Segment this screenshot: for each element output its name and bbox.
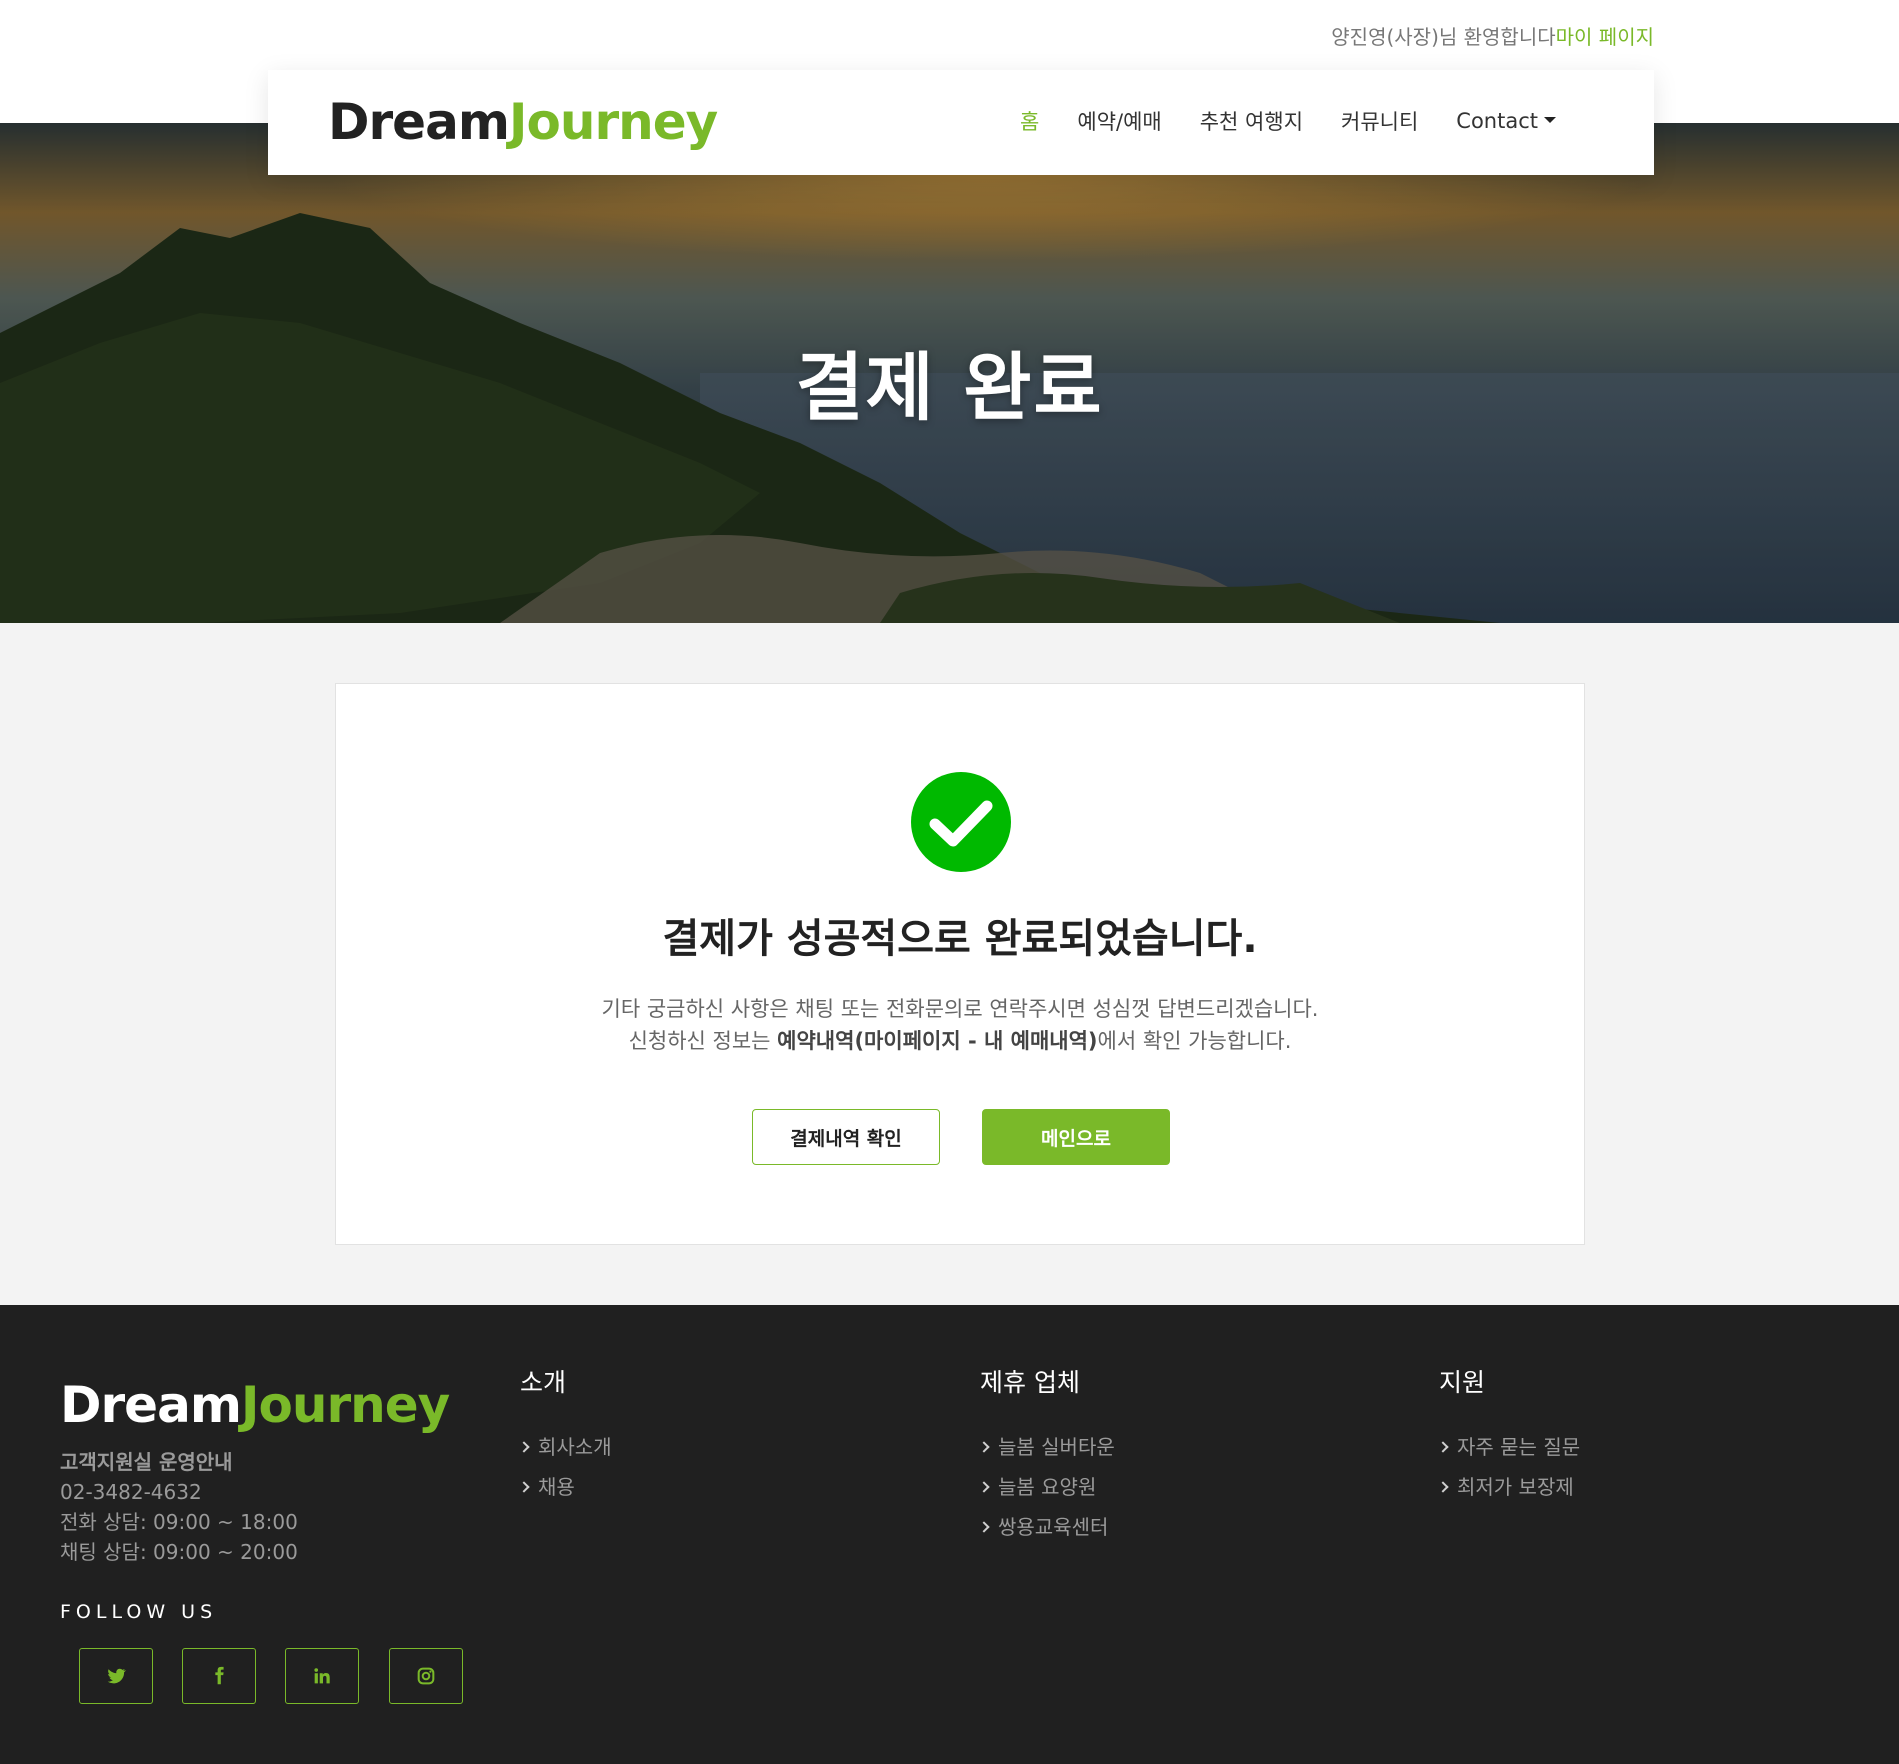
desc-line-2-bold: 예약내역(마이페이지 - 내 예매내역) <box>777 1029 1098 1053</box>
footer-col-title: 지원 <box>1439 1368 1486 1397</box>
footer-link[interactable]: 자주 묻는 질문 <box>1437 1427 1581 1467</box>
hero-banner: 결제 완료 <box>0 123 1899 623</box>
footer-link[interactable]: 늘봄 요양원 <box>978 1467 1115 1507</box>
mypage-link[interactable]: 마이 페이지 <box>1556 25 1654 49</box>
desc-line-1: 기타 궁금하신 사항은 채팅 또는 전화문의로 연락주시면 성심껏 답변드리겠습… <box>601 997 1319 1021</box>
chevron-right-icon <box>978 1481 990 1493</box>
footer-link[interactable]: 늘봄 실버타운 <box>978 1427 1115 1467</box>
nav-item-recommended[interactable]: 추천 여행지 <box>1200 106 1303 136</box>
footer-link[interactable]: 쌍용교육센터 <box>978 1507 1115 1547</box>
support-title: 고객지원실 운영안내 <box>60 1450 233 1474</box>
facebook-icon <box>215 1666 224 1685</box>
chevron-right-icon <box>978 1521 990 1533</box>
footer-col-title: 소개 <box>520 1368 567 1397</box>
footer-link-label: 자주 묻는 질문 <box>1457 1435 1581 1459</box>
footer-logo-journey: Journey <box>240 1376 450 1434</box>
footer-link[interactable]: 채용 <box>518 1467 612 1507</box>
footer: DreamJourney 고객지원실 운영안내 02-3482-4632 전화 … <box>0 1305 1899 1764</box>
go-main-button[interactable]: 메인으로 <box>982 1109 1170 1165</box>
page-title: 결제 완료 <box>795 345 1104 431</box>
chevron-right-icon <box>1437 1441 1449 1453</box>
nav-item-booking[interactable]: 예약/예매 <box>1077 106 1161 136</box>
footer-link-label: 최저가 보장제 <box>1457 1475 1574 1499</box>
footer-col-support: 지원 자주 묻는 질문 최저가 보장제 <box>1437 1363 1581 1507</box>
check-circle-icon <box>911 772 1011 872</box>
chevron-right-icon <box>518 1441 530 1453</box>
payment-result-card: 결제가 성공적으로 완료되었습니다. 기타 궁금하신 사항은 채팅 또는 전화문… <box>335 683 1585 1245</box>
instagram-icon <box>417 1667 435 1685</box>
footer-logo-dream: Dream <box>60 1376 242 1434</box>
welcome-text: 양진영(사장)님 환영합니다 <box>1331 25 1556 49</box>
facebook-button[interactable] <box>182 1648 256 1704</box>
nav-item-home[interactable]: 홈 <box>1020 106 1039 136</box>
view-payment-history-button[interactable]: 결제내역 확인 <box>752 1109 940 1165</box>
desc-line-2-suffix: 에서 확인 가능합니다. <box>1097 1029 1292 1053</box>
footer-col-about: 소개 회사소개 채용 <box>518 1363 612 1507</box>
linkedin-button[interactable] <box>285 1648 359 1704</box>
twitter-icon <box>107 1668 126 1684</box>
logo-dream: Dream <box>328 93 510 151</box>
support-chat-hours: 채팅 상담: 09:00 ~ 20:00 <box>60 1540 298 1564</box>
chevron-right-icon <box>518 1481 530 1493</box>
welcome-message: 양진영(사장)님 환영합니다마이 페이지 <box>1331 21 1654 50</box>
chevron-right-icon <box>978 1441 990 1453</box>
linkedin-icon <box>314 1668 330 1684</box>
support-phone-hours: 전화 상담: 09:00 ~ 18:00 <box>60 1510 298 1534</box>
twitter-button[interactable] <box>79 1648 153 1704</box>
nav-item-contact[interactable]: Contact <box>1456 109 1556 133</box>
logo[interactable]: DreamJourney <box>328 92 718 152</box>
caret-down-icon <box>1544 117 1556 123</box>
desc-line-2-prefix: 신청하신 정보는 <box>628 1029 778 1053</box>
logo-journey: Journey <box>508 93 718 151</box>
footer-link-label: 회사소개 <box>538 1435 612 1459</box>
support-info: 고객지원실 운영안내 02-3482-4632 전화 상담: 09:00 ~ 1… <box>60 1447 298 1567</box>
desc-line-2: 신청하신 정보는 예약내역(마이페이지 - 내 예매내역)에서 확인 가능합니다… <box>336 1025 1584 1057</box>
footer-link-label: 쌍용교육센터 <box>998 1515 1109 1539</box>
footer-link-label: 늘봄 실버타운 <box>998 1435 1115 1459</box>
footer-link[interactable]: 회사소개 <box>518 1427 612 1467</box>
chevron-right-icon <box>1437 1481 1449 1493</box>
footer-col-partners: 제휴 업체 늘봄 실버타운 늘봄 요양원 쌍용교육센터 <box>978 1363 1115 1547</box>
nav-contact-label: Contact <box>1456 109 1538 133</box>
footer-link-label: 늘봄 요양원 <box>998 1475 1097 1499</box>
follow-us-label: FOLLOW US <box>60 1601 218 1623</box>
footer-link[interactable]: 최저가 보장제 <box>1437 1467 1580 1507</box>
support-phone: 02-3482-4632 <box>60 1480 202 1504</box>
nav-item-community[interactable]: 커뮤니티 <box>1341 106 1418 136</box>
result-headline: 결제가 성공적으로 완료되었습니다. <box>662 916 1258 962</box>
result-description: 기타 궁금하신 사항은 채팅 또는 전화문의로 연락주시면 성심껏 답변드리겠습… <box>336 993 1584 1057</box>
nav-menu: 홈 예약/예매 추천 여행지 커뮤니티 Contact <box>1020 106 1556 136</box>
footer-col-title: 제휴 업체 <box>980 1368 1080 1397</box>
footer-link-label: 채용 <box>538 1475 575 1499</box>
footer-logo[interactable]: DreamJourney <box>60 1375 450 1435</box>
instagram-button[interactable] <box>389 1648 463 1704</box>
main-navbar: DreamJourney 홈 예약/예매 추천 여행지 커뮤니티 Contact <box>268 70 1654 175</box>
